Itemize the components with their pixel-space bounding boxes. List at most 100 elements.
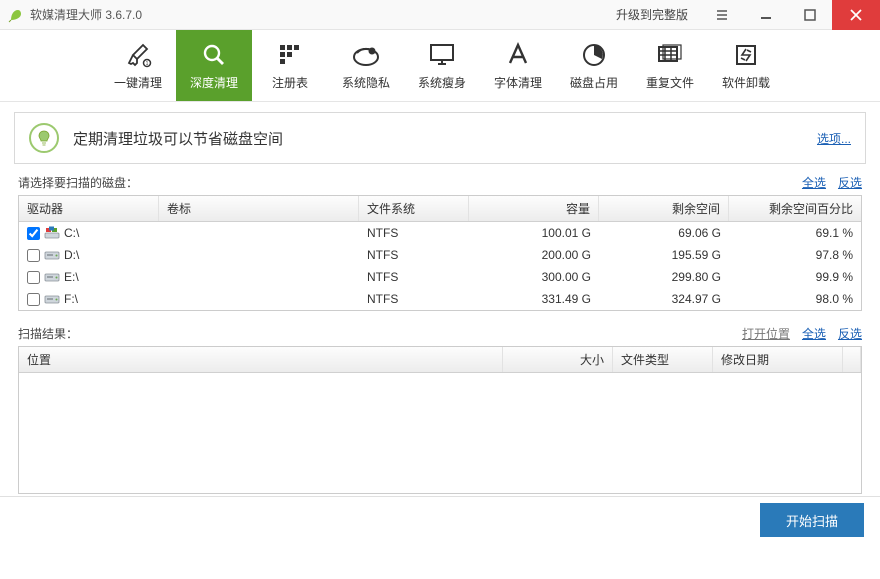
col-label[interactable]: 卷标 xyxy=(159,196,359,221)
drive-free: 299.80 G xyxy=(599,270,729,284)
tool-label: 磁盘占用 xyxy=(570,74,618,91)
drive-pct: 98.0 % xyxy=(729,292,861,306)
close-button[interactable] xyxy=(832,0,880,30)
svg-text:1: 1 xyxy=(146,61,149,67)
app-logo-icon xyxy=(8,7,24,23)
window-title: 软媒清理大师 3.6.7.0 xyxy=(30,6,142,23)
tool-disk-usage[interactable]: 磁盘占用 xyxy=(556,30,632,101)
drive-icon xyxy=(44,270,60,284)
tool-duplicate[interactable]: 重复文件 xyxy=(632,30,708,101)
results-deselect[interactable]: 反选 xyxy=(838,325,862,342)
col-size[interactable]: 大小 xyxy=(503,347,613,372)
tool-registry[interactable]: 注册表 xyxy=(252,30,328,101)
row-checkbox[interactable] xyxy=(27,271,40,284)
results-subhead: 扫描结果： 打开位置 全选 反选 xyxy=(18,325,862,342)
drive-free: 69.06 G xyxy=(599,226,729,240)
drive-fs: NTFS xyxy=(359,248,469,262)
select-all-link[interactable]: 全选 xyxy=(802,174,826,191)
drive-icon xyxy=(44,292,60,306)
tool-label: 字体清理 xyxy=(494,74,542,91)
drive-name: E:\ xyxy=(64,270,79,284)
results-select-all[interactable]: 全选 xyxy=(802,325,826,342)
row-checkbox[interactable] xyxy=(27,293,40,306)
drive-pct: 99.9 % xyxy=(729,270,861,284)
brush-icon: 1 xyxy=(123,40,153,70)
font-icon xyxy=(504,40,532,70)
recycle-icon xyxy=(732,40,760,70)
tool-slim[interactable]: 系统瘦身 xyxy=(404,30,480,101)
pie-icon xyxy=(580,40,608,70)
upgrade-link[interactable]: 升级到完整版 xyxy=(604,6,700,23)
disks-title: 请选择要扫描的磁盘： xyxy=(18,174,138,191)
results-table-header: 位置 大小 文件类型 修改日期 xyxy=(19,347,861,373)
drive-fs: NTFS xyxy=(359,292,469,306)
tool-privacy[interactable]: 系统隐私 xyxy=(328,30,404,101)
options-link[interactable]: 选项... xyxy=(817,130,851,147)
col-scroll xyxy=(843,347,861,372)
magnifier-icon xyxy=(200,40,228,70)
drive-capacity: 331.49 G xyxy=(469,292,599,306)
bottom-bar: 开始扫描 xyxy=(0,496,880,540)
drive-capacity: 200.00 G xyxy=(469,248,599,262)
menu-button[interactable] xyxy=(700,0,744,30)
col-fs[interactable]: 文件系统 xyxy=(359,196,469,221)
drive-pct: 69.1 % xyxy=(729,226,861,240)
tool-label: 系统隐私 xyxy=(342,74,390,91)
drive-name: C:\ xyxy=(64,226,79,240)
drive-fs: NTFS xyxy=(359,270,469,284)
col-type[interactable]: 文件类型 xyxy=(613,347,713,372)
disks-table: 驱动器 卷标 文件系统 容量 剩余空间 剩余空间百分比 C:\NTFS100.0… xyxy=(18,195,862,311)
drive-name: D:\ xyxy=(64,248,79,262)
drive-icon xyxy=(44,226,60,240)
table-row[interactable]: C:\ NTFS100.01 G69.06 G69.1 % xyxy=(19,222,861,244)
results-body xyxy=(19,373,861,493)
drive-free: 195.59 G xyxy=(599,248,729,262)
table-row[interactable]: F:\ NTFS331.49 G324.97 G98.0 % xyxy=(19,288,861,310)
registry-icon xyxy=(276,40,304,70)
tool-deep-clean[interactable]: 深度清理 xyxy=(176,30,252,101)
start-scan-button[interactable]: 开始扫描 xyxy=(760,503,864,537)
col-location[interactable]: 位置 xyxy=(19,347,503,372)
maximize-button[interactable] xyxy=(788,0,832,30)
bulb-icon xyxy=(29,123,59,153)
row-checkbox[interactable] xyxy=(27,227,40,240)
duplicate-icon xyxy=(655,40,685,70)
col-capacity[interactable]: 容量 xyxy=(469,196,599,221)
privacy-icon xyxy=(351,40,381,70)
col-free[interactable]: 剩余空间 xyxy=(599,196,729,221)
tool-label: 软件卸载 xyxy=(722,74,770,91)
tool-one-click-clean[interactable]: 1 一键清理 xyxy=(100,30,176,101)
table-row[interactable]: E:\ NTFS300.00 G299.80 G99.9 % xyxy=(19,266,861,288)
col-date[interactable]: 修改日期 xyxy=(713,347,843,372)
monitor-icon xyxy=(427,40,457,70)
main-toolbar: 1 一键清理 深度清理 注册表 系统隐私 系统瘦身 字体清理 磁盘占用 重复文件… xyxy=(0,30,880,102)
banner-text: 定期清理垃圾可以节省磁盘空间 xyxy=(73,128,283,149)
tool-label: 系统瘦身 xyxy=(418,74,466,91)
drive-free: 324.97 G xyxy=(599,292,729,306)
tool-label: 深度清理 xyxy=(190,74,238,91)
open-location-link[interactable]: 打开位置 xyxy=(742,325,790,342)
results-title: 扫描结果： xyxy=(18,325,78,342)
drive-fs: NTFS xyxy=(359,226,469,240)
tool-font[interactable]: 字体清理 xyxy=(480,30,556,101)
tool-uninstall[interactable]: 软件卸载 xyxy=(708,30,784,101)
tip-banner: 定期清理垃圾可以节省磁盘空间 选项... xyxy=(14,112,866,164)
drive-pct: 97.8 % xyxy=(729,248,861,262)
drive-capacity: 300.00 G xyxy=(469,270,599,284)
deselect-link[interactable]: 反选 xyxy=(838,174,862,191)
tool-label: 一键清理 xyxy=(114,74,162,91)
title-bar: 软媒清理大师 3.6.7.0 升级到完整版 xyxy=(0,0,880,30)
drive-icon xyxy=(44,248,60,262)
drive-name: F:\ xyxy=(64,292,78,306)
col-pct[interactable]: 剩余空间百分比 xyxy=(729,196,861,221)
tool-label: 注册表 xyxy=(272,74,308,91)
table-row[interactable]: D:\ NTFS200.00 G195.59 G97.8 % xyxy=(19,244,861,266)
col-drive[interactable]: 驱动器 xyxy=(19,196,159,221)
row-checkbox[interactable] xyxy=(27,249,40,262)
disks-subhead: 请选择要扫描的磁盘： 全选 反选 xyxy=(18,174,862,191)
results-table: 位置 大小 文件类型 修改日期 xyxy=(18,346,862,494)
drive-capacity: 100.01 G xyxy=(469,226,599,240)
disks-table-header: 驱动器 卷标 文件系统 容量 剩余空间 剩余空间百分比 xyxy=(19,196,861,222)
minimize-button[interactable] xyxy=(744,0,788,30)
tool-label: 重复文件 xyxy=(646,74,694,91)
